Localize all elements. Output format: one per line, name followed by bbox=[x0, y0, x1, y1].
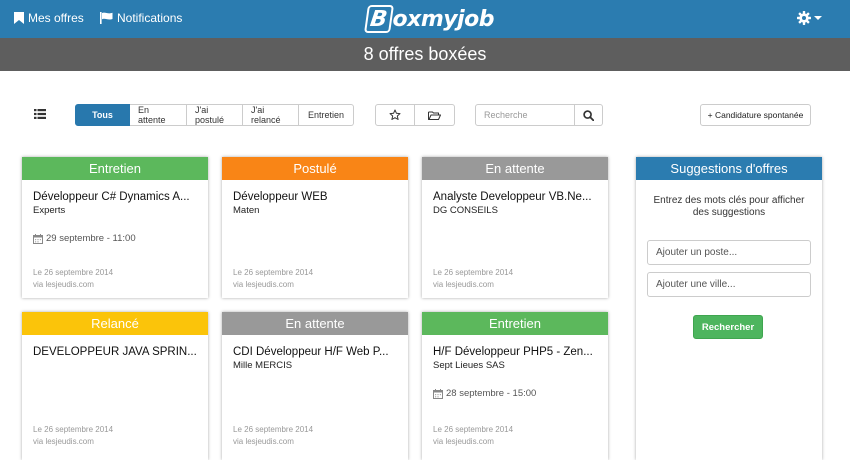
gear-icon bbox=[797, 11, 811, 25]
filter-tous[interactable]: Tous bbox=[75, 104, 130, 126]
card-source: via lesjeudis.com bbox=[33, 437, 94, 446]
archive-button[interactable] bbox=[415, 104, 455, 126]
card-added-date: Le 26 septembre 2014 bbox=[33, 425, 114, 434]
job-card[interactable]: Entretien Développeur C# Dynamics A... E… bbox=[22, 157, 208, 298]
add-city-input[interactable] bbox=[647, 272, 811, 297]
calendar-icon bbox=[433, 388, 443, 399]
card-added-date: Le 26 septembre 2014 bbox=[233, 425, 314, 434]
nav-notifications[interactable]: Notifications bbox=[100, 11, 182, 25]
star-icon bbox=[389, 109, 401, 120]
suggestions-help-text: Entrez des mots clés pour afficher des s… bbox=[653, 195, 805, 218]
settings-menu[interactable] bbox=[797, 11, 822, 25]
search-group bbox=[475, 104, 603, 126]
card-source: via lesjeudis.com bbox=[433, 280, 494, 289]
job-card[interactable]: Relancé DEVELOPPEUR JAVA SPRIN... Le 26 … bbox=[22, 312, 208, 460]
nav-mes-offres[interactable]: Mes offres bbox=[14, 11, 84, 25]
card-title: Développeur C# Dynamics A... bbox=[33, 191, 190, 203]
favorites-button[interactable] bbox=[375, 104, 415, 126]
card-title: CDI Développeur H/F Web P... bbox=[233, 346, 389, 358]
job-card[interactable]: Entretien H/F Développeur PHP5 - Zen... … bbox=[422, 312, 608, 460]
folder-open-icon bbox=[428, 111, 441, 120]
filter-entretien[interactable]: Entretien bbox=[299, 104, 354, 126]
card-interview-date: 29 septembre - 11:00 bbox=[33, 233, 136, 244]
card-date-label: 29 septembre - 11:00 bbox=[46, 233, 136, 244]
card-source: via lesjeudis.com bbox=[233, 280, 294, 289]
card-meta: Le 26 septembre 2014 via lesjeudis.com bbox=[233, 267, 313, 291]
nav-notifications-label: Notifications bbox=[117, 11, 183, 25]
job-card[interactable]: Postulé Développeur WEB Maten Le 26 sept… bbox=[222, 157, 408, 298]
card-added-date: Le 26 septembre 2014 bbox=[433, 425, 514, 434]
filter-en-attente[interactable]: En attente bbox=[130, 104, 187, 126]
card-meta: Le 26 septembre 2014 via lesjeudis.com bbox=[233, 424, 313, 448]
card-company: Mille MERCIS bbox=[233, 360, 293, 371]
toolbar: Tous En attente J'ai postulé J'ai relanc… bbox=[0, 104, 850, 126]
card-meta: Le 26 septembre 2014 via lesjeudis.com bbox=[33, 424, 113, 448]
card-title: Développeur WEB bbox=[233, 191, 328, 203]
card-company: Experts bbox=[33, 205, 66, 216]
search-input[interactable] bbox=[475, 104, 575, 126]
card-meta: Le 26 septembre 2014 via lesjeudis.com bbox=[433, 424, 513, 448]
logo-text: oxmyjob bbox=[392, 6, 495, 32]
status-filter-group: Tous En attente J'ai postulé J'ai relanc… bbox=[75, 104, 354, 126]
card-meta: Le 26 septembre 2014 via lesjeudis.com bbox=[433, 267, 513, 291]
card-source: via lesjeudis.com bbox=[233, 437, 294, 446]
card-title: DEVELOPPEUR JAVA SPRIN... bbox=[33, 346, 197, 358]
top-navbar: Mes offres Notifications B oxmyjob bbox=[0, 0, 850, 38]
card-company: DG CONSEILS bbox=[433, 205, 498, 216]
bookmark-icon bbox=[14, 12, 24, 24]
card-title: H/F Développeur PHP5 - Zen... bbox=[433, 346, 593, 358]
card-company: Sept Lieues SAS bbox=[433, 360, 505, 371]
favorites-archive-group bbox=[375, 104, 455, 126]
list-view-icon[interactable] bbox=[34, 109, 46, 119]
card-title: Analyste Developpeur VB.Ne... bbox=[433, 191, 592, 203]
card-company: Maten bbox=[233, 205, 260, 216]
card-added-date: Le 26 septembre 2014 bbox=[33, 268, 114, 277]
chevron-down-icon bbox=[814, 16, 822, 20]
card-status-header: En attente bbox=[422, 157, 608, 180]
flag-icon bbox=[100, 12, 113, 24]
filter-relance[interactable]: J'ai relancé bbox=[243, 104, 299, 126]
card-status-header: En attente bbox=[222, 312, 408, 335]
boxmyjob-logo[interactable]: B oxmyjob bbox=[364, 3, 495, 35]
nav-mes-offres-label: Mes offres bbox=[28, 11, 84, 25]
card-date-label: 28 septembre - 15:00 bbox=[446, 388, 537, 399]
search-button[interactable] bbox=[575, 104, 603, 126]
card-meta: Le 26 septembre 2014 via lesjeudis.com bbox=[33, 267, 113, 291]
suggestions-title: Suggestions d'offres bbox=[636, 157, 822, 180]
card-source: via lesjeudis.com bbox=[433, 437, 494, 446]
search-icon bbox=[583, 109, 594, 121]
rechercher-button[interactable]: Rechercher bbox=[693, 315, 763, 339]
job-card[interactable]: En attente Analyste Developpeur VB.Ne...… bbox=[422, 157, 608, 298]
job-card[interactable]: En attente CDI Développeur H/F Web P... … bbox=[222, 312, 408, 460]
card-added-date: Le 26 septembre 2014 bbox=[433, 268, 514, 277]
suggestions-panel: Suggestions d'offres Entrez des mots clé… bbox=[636, 157, 822, 460]
add-job-title-input[interactable] bbox=[647, 240, 811, 265]
card-interview-date: 28 septembre - 15:00 bbox=[433, 388, 536, 399]
filter-postule[interactable]: J'ai postulé bbox=[187, 104, 243, 126]
card-status-header: Relancé bbox=[22, 312, 208, 335]
page-title: 8 offres boxées bbox=[0, 38, 850, 71]
card-status-header: Postulé bbox=[222, 157, 408, 180]
card-status-header: Entretien bbox=[22, 157, 208, 180]
card-added-date: Le 26 septembre 2014 bbox=[233, 268, 314, 277]
card-source: via lesjeudis.com bbox=[33, 280, 94, 289]
spontaneous-application-button[interactable]: + Candidature spontanée bbox=[700, 104, 811, 126]
card-status-header: Entretien bbox=[422, 312, 608, 335]
logo-letter-box: B bbox=[364, 5, 394, 33]
calendar-icon bbox=[33, 233, 43, 244]
